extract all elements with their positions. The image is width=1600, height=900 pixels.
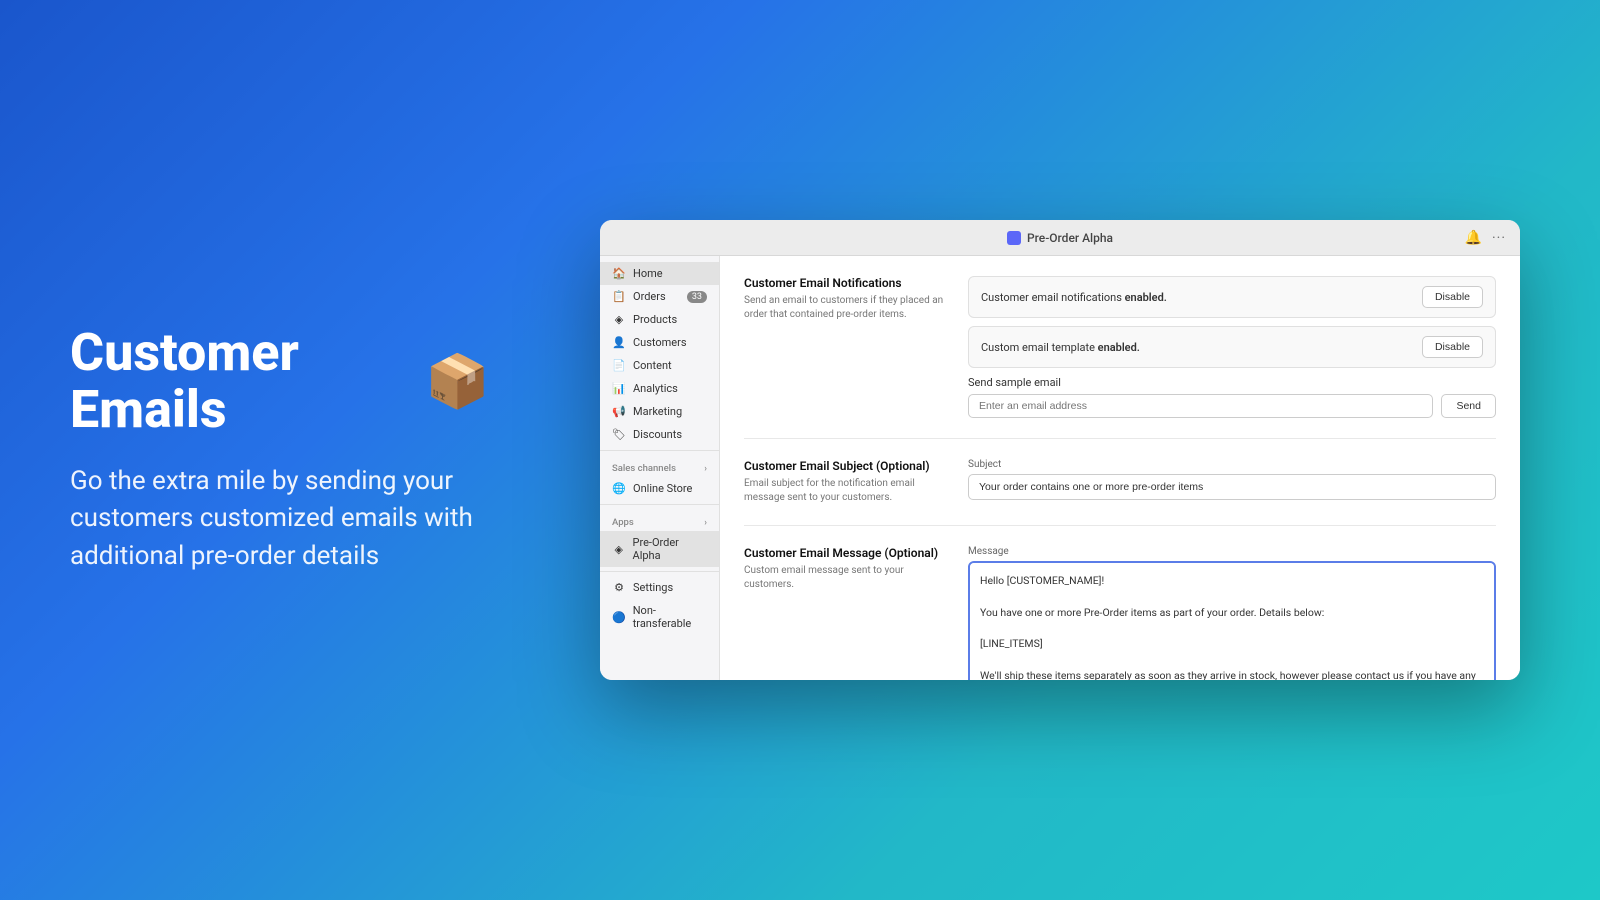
analytics-icon: 📊 (612, 382, 626, 395)
title-bar: Pre-Order Alpha 🔔 ··· (600, 220, 1520, 256)
message-textarea[interactable]: Hello [CUSTOMER_NAME]! You have one or m… (968, 561, 1496, 680)
sales-channels-chevron: › (704, 464, 707, 474)
subject-desc: Email subject for the notification email… (744, 477, 944, 505)
sidebar-item-content[interactable]: 📄 Content (600, 354, 719, 377)
sidebar-divider-2 (600, 504, 719, 505)
section-email-subject: Customer Email Subject (Optional) Email … (744, 459, 1496, 526)
message-desc: Custom email message sent to your custom… (744, 564, 944, 592)
disable-notifications-button[interactable]: Disable (1422, 286, 1483, 308)
disable-template-button[interactable]: Disable (1422, 336, 1483, 358)
apps-section: Apps › (600, 509, 719, 531)
send-sample-label: Send sample email (968, 376, 1496, 389)
sidebar-label-customers: Customers (633, 336, 687, 349)
section-label-message: Customer Email Message (Optional) Custom… (744, 546, 944, 680)
marketing-icon: 📢 (612, 405, 626, 418)
notification-status-text: Customer email notifications enabled. (981, 291, 1167, 304)
heading-icon: 📦 (425, 353, 490, 410)
bell-icon[interactable]: 🔔 (1465, 230, 1482, 246)
sales-channels-section: Sales channels › (600, 455, 719, 477)
sidebar-item-marketing[interactable]: 📢 Marketing (600, 400, 719, 423)
section-label-subject: Customer Email Subject (Optional) Email … (744, 459, 944, 505)
notifications-content: Customer email notifications enabled. Di… (968, 276, 1496, 418)
app-window: Pre-Order Alpha 🔔 ··· 🏠 Home 📋 Orders 33 (560, 200, 1600, 700)
apps-chevron: › (704, 518, 707, 528)
heading-text: Customer Emails (70, 324, 413, 438)
section-label-notifications: Customer Email Notifications Send an ema… (744, 276, 944, 418)
apps-label: Apps (612, 517, 634, 528)
email-input[interactable] (968, 394, 1433, 418)
send-sample-row: Send (968, 394, 1496, 418)
notifications-title: Customer Email Notifications (744, 276, 944, 290)
left-panel: Customer Emails 📦 Go the extra mile by s… (0, 264, 560, 635)
sidebar-label-orders: Orders (633, 290, 666, 303)
sidebar-label-online-store: Online Store (633, 482, 692, 495)
more-icon[interactable]: ··· (1492, 230, 1506, 246)
notification-status-bold: enabled. (1125, 291, 1167, 304)
sidebar-item-home[interactable]: 🏠 Home (600, 262, 719, 285)
main-heading: Customer Emails 📦 (70, 324, 490, 438)
sidebar: 🏠 Home 📋 Orders 33 ◈ Products 👤 Customer… (600, 256, 720, 680)
orders-badge: 33 (687, 291, 707, 303)
sidebar-item-settings[interactable]: ⚙ Settings (600, 576, 719, 599)
sub-text: Go the extra mile by sending your custom… (70, 463, 490, 576)
title-bar-controls: 🔔 ··· (1465, 230, 1506, 246)
online-store-icon: 🌐 (612, 482, 626, 495)
subject-content: Subject (968, 459, 1496, 505)
customers-icon: 👤 (612, 336, 626, 349)
sidebar-item-non-transferable[interactable]: 🔵 Non-transferable (600, 599, 719, 635)
message-content: Message Hello [CUSTOMER_NAME]! You have … (968, 546, 1496, 680)
sidebar-item-customers[interactable]: 👤 Customers (600, 331, 719, 354)
content-icon: 📄 (612, 359, 626, 372)
subject-field-label: Subject (968, 459, 1496, 470)
home-icon: 🏠 (612, 267, 626, 280)
send-sample-section: Send sample email Send (968, 376, 1496, 418)
title-bar-text: Pre-Order Alpha (1027, 231, 1113, 245)
message-field-label: Message (968, 546, 1496, 557)
section-email-message: Customer Email Message (Optional) Custom… (744, 546, 1496, 680)
sidebar-item-orders[interactable]: 📋 Orders 33 (600, 285, 719, 308)
non-transferable-icon: 🔵 (612, 611, 626, 624)
window-frame: Pre-Order Alpha 🔔 ··· 🏠 Home 📋 Orders 33 (600, 220, 1520, 680)
sidebar-label-marketing: Marketing (633, 405, 682, 418)
subject-input[interactable] (968, 474, 1496, 500)
sidebar-item-products[interactable]: ◈ Products (600, 308, 719, 331)
sidebar-label-settings: Settings (633, 581, 673, 594)
products-icon: ◈ (612, 313, 626, 326)
app-icon (1007, 231, 1021, 245)
sidebar-label-content: Content (633, 359, 672, 372)
sidebar-label-analytics: Analytics (633, 382, 678, 395)
template-status-text: Custom email template enabled. (981, 341, 1140, 354)
template-enabled-row: Custom email template enabled. Disable (968, 326, 1496, 368)
sidebar-label-non-transferable: Non-transferable (633, 604, 707, 630)
sidebar-label-products: Products (633, 313, 677, 326)
main-content: Customer Email Notifications Send an ema… (720, 256, 1520, 680)
sidebar-item-online-store[interactable]: 🌐 Online Store (600, 477, 719, 500)
settings-icon: ⚙ (612, 581, 626, 594)
section-email-notifications: Customer Email Notifications Send an ema… (744, 276, 1496, 439)
sidebar-label-preorder-alpha: Pre-Order Alpha (633, 536, 707, 562)
sales-channels-label: Sales channels (612, 463, 676, 474)
sidebar-item-analytics[interactable]: 📊 Analytics (600, 377, 719, 400)
discounts-icon: 🏷 (612, 428, 626, 441)
title-bar-title: Pre-Order Alpha (1007, 231, 1113, 245)
orders-icon: 📋 (612, 290, 626, 303)
notifications-desc: Send an email to customers if they place… (744, 294, 944, 322)
window-body: 🏠 Home 📋 Orders 33 ◈ Products 👤 Customer… (600, 256, 1520, 680)
sidebar-item-discounts[interactable]: 🏷 Discounts (600, 423, 719, 446)
preorder-alpha-icon: ◈ (612, 543, 626, 556)
send-sample-button[interactable]: Send (1441, 394, 1496, 418)
sidebar-label-discounts: Discounts (633, 428, 682, 441)
sidebar-label-home: Home (633, 267, 663, 280)
template-status-bold: enabled. (1098, 341, 1140, 354)
notification-enabled-row: Customer email notifications enabled. Di… (968, 276, 1496, 318)
subject-title: Customer Email Subject (Optional) (744, 459, 944, 473)
sidebar-divider-3 (600, 571, 719, 572)
message-title: Customer Email Message (Optional) (744, 546, 944, 560)
sidebar-item-preorder-alpha[interactable]: ◈ Pre-Order Alpha (600, 531, 719, 567)
sidebar-divider-1 (600, 450, 719, 451)
